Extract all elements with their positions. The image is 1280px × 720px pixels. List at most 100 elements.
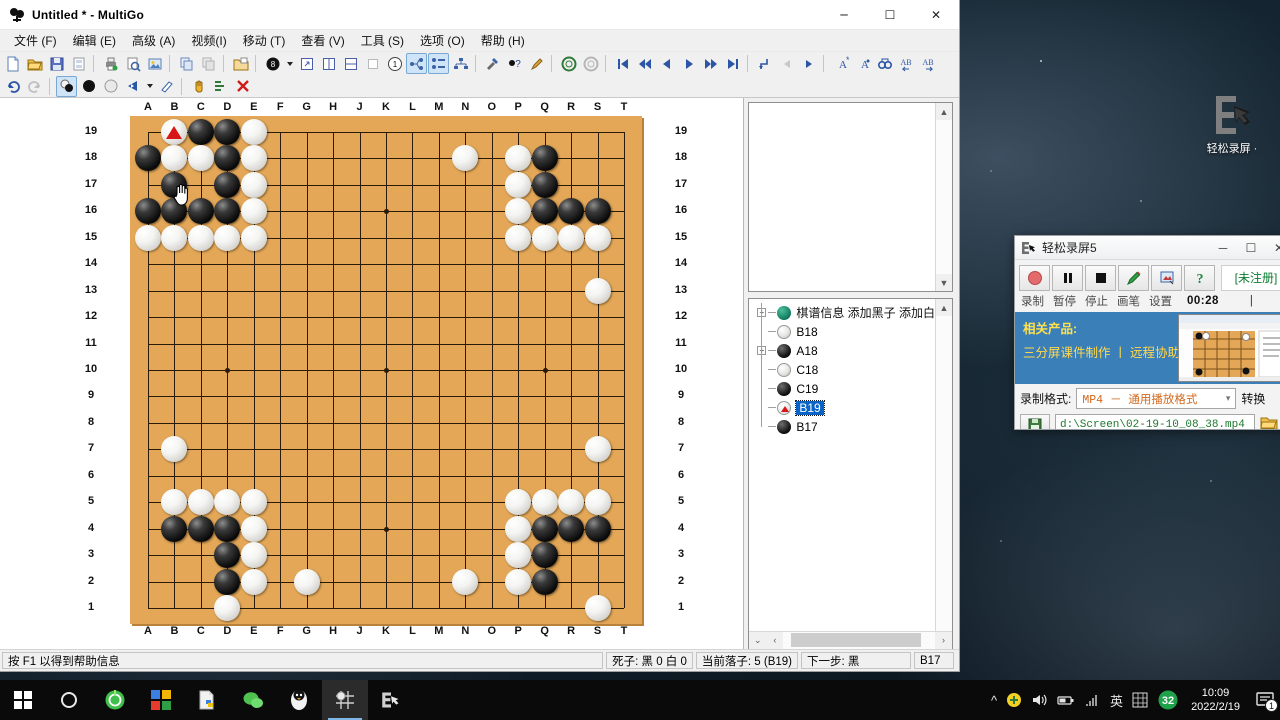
go-board-container[interactable]: ABCDEFGHJKLMNOPQRST ABCDEFGHJKLMNOPQRST … [85,101,687,639]
menu-help[interactable]: 帮助 (H) [473,30,533,51]
move-number-one-icon[interactable]: 1 [384,53,405,74]
wechat-button[interactable] [230,680,276,720]
tree-node-label[interactable]: C18 [796,363,818,377]
menu-video[interactable]: 视频(I) [183,30,234,51]
print-icon[interactable] [100,53,121,74]
binoculars-search-icon[interactable] [874,53,895,74]
go-stone[interactable] [531,171,558,198]
brush-icon[interactable] [526,53,547,74]
go-board[interactable] [130,116,642,624]
recorder-minimize-button[interactable]: ─ [1209,236,1237,260]
layout-vertical-split-icon[interactable] [318,53,339,74]
pause-button[interactable] [1052,264,1083,291]
tree-node-label[interactable]: C19 [796,382,818,396]
record-button[interactable] [1019,264,1050,291]
layout-blank-icon[interactable] [362,53,383,74]
go-stone[interactable] [531,568,558,595]
search-prev-icon[interactable]: AB [896,53,917,74]
tree-node-root[interactable]: + 棋谱信息 添加黑子 添加白 [757,303,935,322]
search-next-icon[interactable]: AB [918,53,939,74]
chevron-down-icon[interactable]: ▾ [1226,394,1231,404]
rewind-icon[interactable] [634,53,655,74]
go-stone[interactable] [584,436,611,463]
print-preview-icon[interactable] [122,53,143,74]
go-stone[interactable] [240,119,267,145]
save-path-button[interactable] [1020,414,1050,429]
marker-triangle-tool-icon[interactable] [122,76,143,97]
close-button[interactable]: ✕ [913,0,959,30]
tree-node-label[interactable]: B18 [796,325,817,339]
go-stone[interactable] [240,568,267,595]
pen-button[interactable] [1118,264,1149,291]
tree-hscroll-track[interactable] [783,631,935,649]
editor-button[interactable] [184,680,230,720]
tree-node-c19[interactable]: C19 [757,379,935,398]
go-stone[interactable] [187,224,214,251]
settings-button[interactable] [1151,264,1182,291]
recorder-close-button[interactable]: ✕ [1265,236,1280,260]
go-stone[interactable] [584,515,611,542]
stone-help-icon[interactable]: ? [504,53,525,74]
go-stone[interactable] [187,119,214,145]
tray-update-icon[interactable] [1006,692,1022,708]
menu-options[interactable]: 选项 (O) [412,30,473,51]
go-stone[interactable] [558,224,585,251]
go-stone[interactable] [240,489,267,516]
black-stone-number-icon[interactable]: 8 [262,53,283,74]
marker-dropdown-arrow-icon[interactable] [144,76,155,97]
go-stone[interactable] [505,171,532,198]
list-settings-icon[interactable] [210,76,231,97]
tree-node-label[interactable]: B17 [796,420,817,434]
go-stone[interactable] [584,224,611,251]
alternate-stone-tool-icon[interactable] [56,75,77,97]
tree-node-b19[interactable]: B19 [757,398,935,417]
tree-node-label[interactable]: B19 [795,399,825,416]
minimize-button[interactable]: ─ [821,0,867,30]
export-image-icon[interactable] [144,53,165,74]
volume-icon[interactable] [1031,692,1048,708]
paste-icon[interactable] [198,53,219,74]
store-button[interactable] [138,680,184,720]
list-view-toggle-icon[interactable] [428,53,449,74]
properties-icon[interactable] [230,53,251,74]
game-tree-nodes[interactable]: + 棋谱信息 添加黑子 添加白 B18 + A18 C18 C19 B19 B17 [749,299,935,631]
tree-node-label[interactable]: 棋谱信息 添加黑子 添加白 [796,304,935,321]
qq-button[interactable] [276,680,322,720]
find-icon[interactable]: A* [830,53,851,74]
comment-panel[interactable]: ▲ ▼ [748,102,953,292]
go-stone[interactable] [240,171,267,198]
menu-file[interactable]: 文件 (F) [6,30,65,51]
go-stone[interactable] [240,198,267,225]
go-stone[interactable] [135,224,161,251]
tree-node-b18[interactable]: B18 [757,322,935,341]
tree-node-c18[interactable]: C18 [757,360,935,379]
cortana-button[interactable] [46,680,92,720]
go-stone[interactable] [584,489,611,516]
go-stone[interactable] [214,515,241,542]
eraser-tool-icon[interactable] [156,76,177,97]
go-stone[interactable] [558,515,585,542]
pan-hand-tool-icon[interactable] [188,76,209,97]
tree-node-a18[interactable]: + A18 [757,341,935,360]
taskbar-clock[interactable]: 10:09 2022/2/19 [1185,686,1250,714]
tree-horizontal-scrollbar[interactable]: ⌄ ‹ › [749,631,952,649]
tools-icon[interactable] [482,53,503,74]
go-stone[interactable] [531,489,558,516]
menu-move[interactable]: 移动 (T) [235,30,294,51]
branch-back-icon[interactable] [754,53,775,74]
new-file-icon[interactable] [2,53,23,74]
comment-text[interactable] [749,103,935,291]
menu-view[interactable]: 查看 (V) [293,30,352,51]
prev-move-icon[interactable] [656,53,677,74]
globe-disabled-icon[interactable] [580,53,601,74]
redo-icon[interactable] [24,76,45,97]
registration-status[interactable]: [未注册] [1221,264,1280,291]
security-score-icon[interactable]: 32 [1157,689,1179,711]
next-move-icon[interactable] [678,53,699,74]
go-stone[interactable] [505,515,532,542]
recorder-maximize-button[interactable]: ☐ [1237,236,1265,260]
go-stone[interactable] [214,224,241,251]
go-stone[interactable] [505,568,532,595]
hierarchy-view-icon[interactable] [450,53,471,74]
tray-expand-icon[interactable]: ^ [991,693,997,708]
